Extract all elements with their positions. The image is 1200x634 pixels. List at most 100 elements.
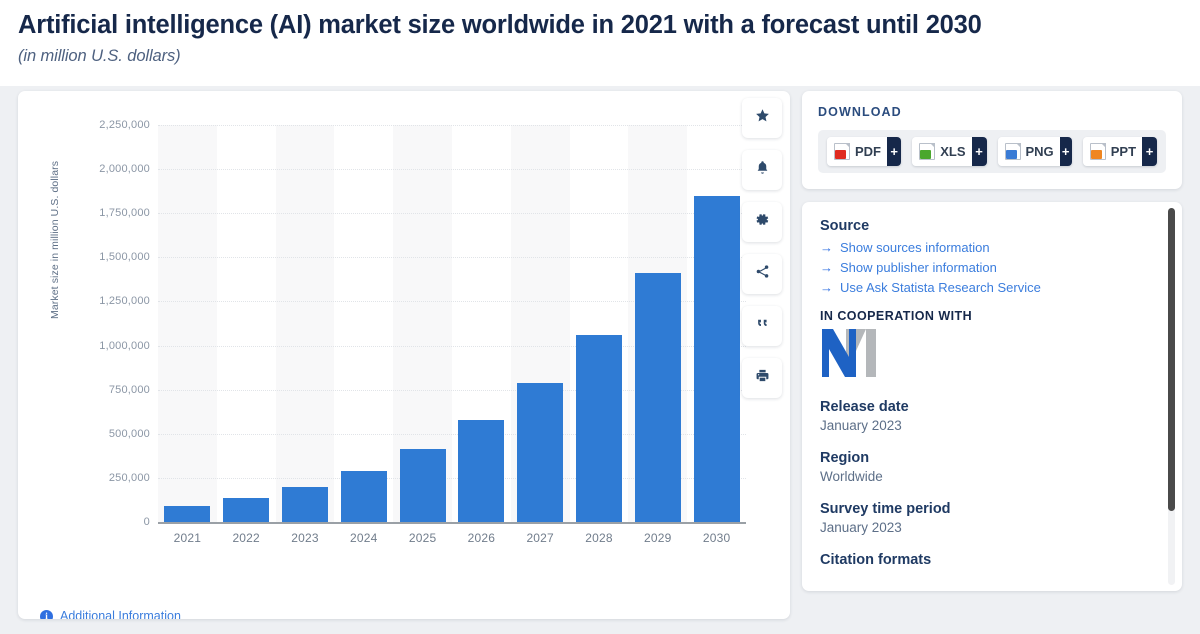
source-metadata: Release dateJanuary 2023RegionWorldwideS… <box>820 399 1164 535</box>
bar-2024[interactable] <box>341 471 387 522</box>
download-format-label: XLS <box>940 144 965 159</box>
page-header: Artificial intelligence (AI) market size… <box>0 0 1200 86</box>
gear-icon <box>755 212 770 232</box>
source-heading: Source <box>820 218 1164 234</box>
download-label: DOWNLOAD <box>818 105 1166 119</box>
x-axis-tick-label: 2030 <box>687 531 746 545</box>
statista-chart-page: Artificial intelligence (AI) market size… <box>0 0 1200 634</box>
y-axis-tick-label: 500,000 <box>60 428 150 440</box>
gridline <box>158 125 746 126</box>
png-file-icon <box>1005 143 1021 160</box>
bar-2025[interactable] <box>400 449 446 522</box>
y-axis-tick-label: 750,000 <box>60 384 150 396</box>
settings-button[interactable] <box>742 202 782 242</box>
chart-action-toolbar <box>742 98 786 410</box>
y-axis-tick-label: 2,000,000 <box>60 163 150 175</box>
source-scrollbar-track[interactable] <box>1168 208 1175 585</box>
metadata-value: January 2023 <box>820 520 1164 535</box>
star-icon <box>755 108 770 128</box>
bar-2028[interactable] <box>576 335 622 522</box>
source-link-label: Show publisher information <box>840 260 997 275</box>
info-icon: i <box>40 610 53 620</box>
share-button[interactable] <box>742 254 782 294</box>
cite-button[interactable] <box>742 306 782 346</box>
body-area: Market size in million U.S. dollars 0250… <box>0 86 1200 634</box>
arrow-right-icon: → <box>820 260 833 275</box>
page-title: Artificial intelligence (AI) market size… <box>18 10 1200 40</box>
bell-icon <box>755 160 770 180</box>
download-png-button[interactable]: PNG + <box>998 137 1072 166</box>
download-format-label: PNG <box>1026 144 1054 159</box>
metadata-label: Release date <box>820 399 1164 415</box>
source-links: →Show sources information→Show publisher… <box>820 240 1164 295</box>
x-axis-line <box>158 522 746 524</box>
gridline <box>158 169 746 170</box>
gridline <box>158 257 746 258</box>
gridline <box>158 213 746 214</box>
x-axis-tick-label: 2025 <box>393 531 452 545</box>
source-panel: Source →Show sources information→Show pu… <box>802 202 1182 591</box>
metadata-label: Survey time period <box>820 501 1164 517</box>
bar-2022[interactable] <box>223 498 269 522</box>
x-axis-tick-label: 2027 <box>511 531 570 545</box>
chart-footer: i Additional Information © Statista 2023… <box>18 561 790 619</box>
bar-2023[interactable] <box>282 487 328 522</box>
pdf-file-icon <box>834 143 850 160</box>
download-options-button[interactable]: + <box>887 137 901 166</box>
arrow-right-icon: → <box>820 240 833 255</box>
download-xls-button[interactable]: XLS + <box>912 137 986 166</box>
x-axis-tick-label: 2029 <box>628 531 687 545</box>
download-ppt-button[interactable]: PPT+ <box>1083 137 1157 166</box>
x-axis-tick-label: 2023 <box>276 531 335 545</box>
favorite-button[interactable] <box>742 98 782 138</box>
x-axis-tick-label: 2021 <box>158 531 217 545</box>
additional-information-link[interactable]: i Additional Information <box>40 609 181 619</box>
bar-2030[interactable] <box>694 196 740 522</box>
download-format-label: PDF <box>855 144 881 159</box>
source-link-label: Use Ask Statista Research Service <box>840 280 1041 295</box>
cooperation-label: IN COOPERATION WITH <box>820 309 1164 323</box>
bar-2026[interactable] <box>458 420 504 522</box>
download-options-button[interactable]: + <box>972 137 987 166</box>
x-axis-tick-label: 2022 <box>217 531 276 545</box>
y-axis-ticks: 0250,000500,000750,0001,000,0001,250,000… <box>60 91 150 561</box>
quote-icon <box>755 316 770 336</box>
x-axis-tick-label: 2028 <box>570 531 629 545</box>
download-panel: DOWNLOAD PDF+XLS+PNG+PPT+ <box>802 91 1182 189</box>
download-buttons: PDF+XLS+PNG+PPT+ <box>818 130 1166 173</box>
download-options-button[interactable]: + <box>1142 137 1157 166</box>
ppt-file-icon <box>1090 143 1106 160</box>
bar-2027[interactable] <box>517 383 563 522</box>
download-options-button[interactable]: + <box>1060 137 1072 166</box>
plot-band <box>276 125 335 522</box>
plot-band <box>158 125 217 522</box>
x-axis-tick-label: 2026 <box>452 531 511 545</box>
arrow-right-icon: → <box>820 280 833 295</box>
bar-2021[interactable] <box>164 506 210 522</box>
source-link[interactable]: → Show publisher information <box>820 260 1164 275</box>
source-link[interactable]: →Show sources information <box>820 240 1164 255</box>
alert-button[interactable] <box>742 150 782 190</box>
metadata-value: Worldwide <box>820 469 1164 484</box>
xls-file-icon <box>919 143 935 160</box>
download-pdf-button[interactable]: PDF + <box>827 137 901 166</box>
plot-area: 2021202220232024202520262027202820292030 <box>158 125 746 522</box>
print-button[interactable] <box>742 358 782 398</box>
plot-wrapper: Market size in million U.S. dollars 0250… <box>18 91 790 561</box>
right-column: DOWNLOAD PDF+XLS+PNG+PPT+ Source →Show s… <box>802 91 1182 591</box>
page-subtitle: (in million U.S. dollars) <box>18 47 1200 66</box>
chart-card: Market size in million U.S. dollars 0250… <box>18 91 790 619</box>
print-icon <box>755 368 770 388</box>
source-scrollbar-thumb[interactable] <box>1168 208 1175 511</box>
citation-formats-heading: Citation formats <box>820 552 1164 568</box>
y-axis-tick-label: 1,750,000 <box>60 207 150 219</box>
bar-2029[interactable] <box>635 273 681 522</box>
y-axis-tick-label: 0 <box>60 516 150 528</box>
source-link[interactable]: → Use Ask Statista Research Service <box>820 280 1164 295</box>
y-axis-tick-label: 2,250,000 <box>60 119 150 131</box>
x-axis-tick-label: 2024 <box>334 531 393 545</box>
y-axis-tick-label: 1,500,000 <box>60 251 150 263</box>
y-axis-tick-label: 250,000 <box>60 472 150 484</box>
y-axis-tick-label: 1,000,000 <box>60 340 150 352</box>
additional-information-label: Additional Information <box>60 609 181 619</box>
